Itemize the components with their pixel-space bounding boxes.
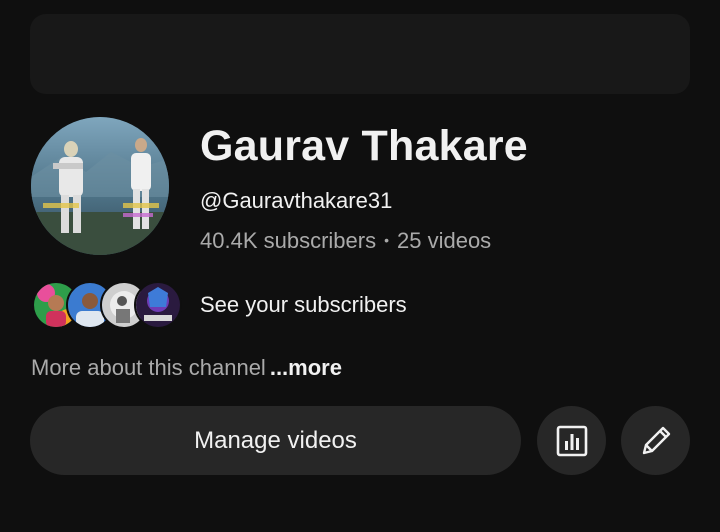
avatar-image xyxy=(31,117,169,255)
analytics-button[interactable] xyxy=(537,406,606,475)
channel-stats: 40.4K subscribers • 25 videos xyxy=(200,228,491,254)
about-text: More about this channel xyxy=(31,355,266,380)
manage-videos-label: Manage videos xyxy=(194,426,357,454)
channel-about[interactable]: More about this channel ...more xyxy=(31,355,342,381)
manage-videos-button[interactable]: Manage videos xyxy=(30,406,521,475)
channel-banner[interactable] xyxy=(30,14,690,94)
subscriber-count: 40.4K subscribers xyxy=(200,228,377,253)
channel-handle: @Gauravthakare31 xyxy=(200,188,393,213)
more-link[interactable]: ...more xyxy=(270,355,342,380)
edit-channel-button[interactable] xyxy=(621,406,690,475)
analytics-icon xyxy=(556,425,587,456)
channel-name: Gaurav Thakare xyxy=(200,122,528,170)
pencil-icon xyxy=(642,426,670,454)
see-subscribers-link[interactable]: See your subscribers xyxy=(200,292,407,318)
subscriber-avatars[interactable] xyxy=(32,281,182,329)
channel-avatar[interactable] xyxy=(31,117,169,255)
video-count: 25 videos xyxy=(397,228,492,253)
stats-separator: • xyxy=(384,232,389,248)
channel-page: Gaurav Thakare @Gauravthakare31 40.4K su… xyxy=(0,0,720,532)
subscriber-avatar-4 xyxy=(134,281,182,329)
